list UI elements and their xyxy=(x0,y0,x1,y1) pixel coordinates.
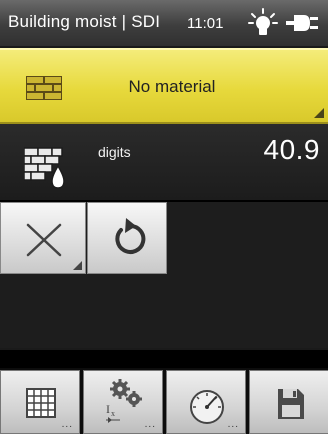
bottom-toolbar: ... I x ... ... xyxy=(0,368,328,434)
status-bar: Building moist | SDI 11:01 xyxy=(0,0,328,46)
reading-panel: digits 40.9 xyxy=(0,124,328,202)
material-selector[interactable]: No material xyxy=(0,48,328,124)
refresh-button[interactable] xyxy=(87,202,167,274)
save-button[interactable] xyxy=(249,370,328,434)
action-buttons-area xyxy=(0,202,328,348)
app-title: Building moist xyxy=(8,12,117,31)
dropdown-corner-icon xyxy=(314,108,324,118)
material-label: No material xyxy=(128,77,216,96)
status-title: Building moist | SDI xyxy=(8,12,160,32)
grid-button[interactable]: ... xyxy=(0,370,80,434)
reading-value: 40.9 xyxy=(263,134,320,165)
submenu-corner-icon xyxy=(73,261,82,270)
divider xyxy=(0,350,328,368)
device-screen: Building moist | SDI 11:01 No material d… xyxy=(0,0,328,434)
floppy-disk-icon xyxy=(278,389,304,419)
clock: 11:01 xyxy=(187,15,224,32)
more-indicator: ... xyxy=(61,419,73,430)
svg-text:x: x xyxy=(111,409,115,418)
more-indicator: ... xyxy=(144,419,156,430)
svg-text:I: I xyxy=(106,402,110,416)
cancel-button[interactable] xyxy=(0,202,86,274)
wall-moisture-icon xyxy=(24,147,65,189)
lightbulb-icon xyxy=(248,8,278,35)
power-plug-icon xyxy=(286,15,318,31)
mode-label: SDI xyxy=(131,12,161,31)
gauge-button[interactable]: ... xyxy=(166,370,246,434)
refresh-icon xyxy=(115,218,146,254)
title-separator: | xyxy=(121,12,127,31)
settings-button[interactable]: I x ... xyxy=(83,370,163,434)
more-indicator: ... xyxy=(227,419,239,430)
unit-label: digits xyxy=(98,144,131,160)
